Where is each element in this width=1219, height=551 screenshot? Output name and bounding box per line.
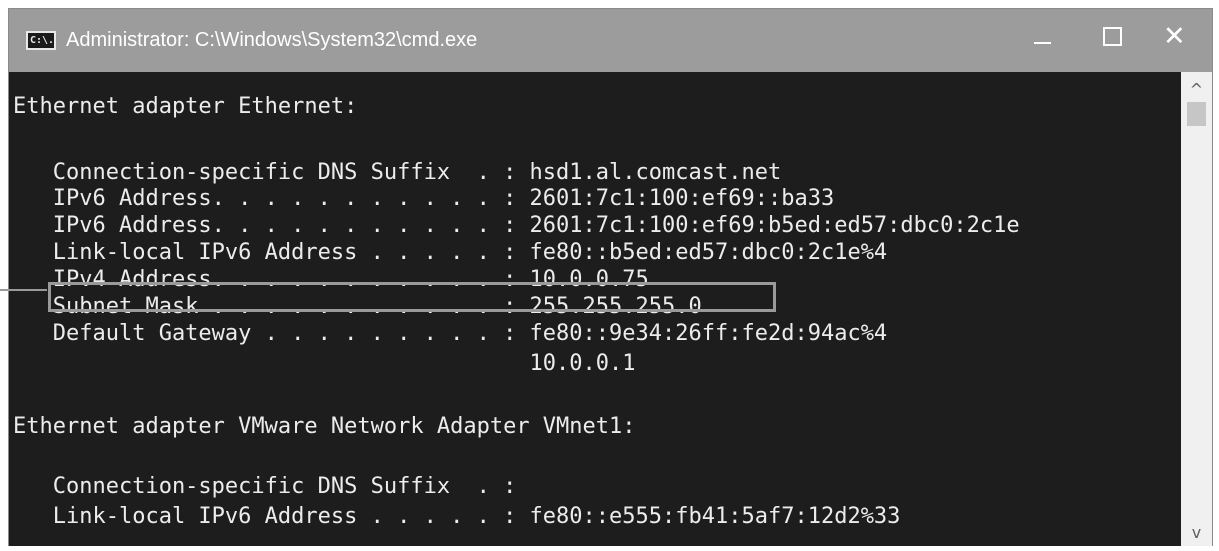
- console-line: Link-local IPv6 Address . . . . . : fe80…: [13, 240, 888, 265]
- window-controls: ✕: [1008, 9, 1212, 72]
- cmd-window: C:\. Administrator: C:\Windows\System32\…: [8, 8, 1213, 546]
- console-line: Ethernet adapter Ethernet:: [13, 94, 358, 119]
- console-line: Ethernet adapter VMware Network Adapter …: [13, 414, 636, 439]
- chevron-up-icon[interactable]: ^: [1181, 80, 1212, 99]
- callout-pointer-line: [0, 289, 47, 291]
- minimize-button[interactable]: [1008, 9, 1076, 72]
- title-bar[interactable]: C:\. Administrator: C:\Windows\System32\…: [9, 9, 1212, 72]
- ipv4-highlight-box: [48, 282, 776, 312]
- maximize-button[interactable]: [1076, 9, 1144, 72]
- maximize-icon: [1103, 27, 1122, 46]
- minimize-icon: [1034, 42, 1051, 44]
- close-icon: ✕: [1163, 21, 1186, 52]
- console-line: IPv6 Address. . . . . . . . . . . : 2601…: [13, 213, 1020, 238]
- console-line: Link-local IPv6 Address . . . . . : fe80…: [13, 504, 901, 529]
- console-line: Connection-specific DNS Suffix . :: [13, 474, 517, 499]
- vertical-scrollbar[interactable]: ^ v: [1181, 72, 1212, 546]
- console-output[interactable]: Ethernet adapter Ethernet: Connection-sp…: [9, 72, 1181, 546]
- console-line: Default Gateway . . . . . . . . . : fe80…: [13, 321, 888, 346]
- close-button[interactable]: ✕: [1144, 9, 1212, 72]
- console-line: 10.0.0.1: [13, 351, 636, 376]
- chevron-down-icon[interactable]: v: [1181, 523, 1212, 542]
- console-line: IPv6 Address. . . . . . . . . . . : 2601…: [13, 186, 835, 211]
- window-title: Administrator: C:\Windows\System32\cmd.e…: [66, 29, 478, 51]
- scroll-thumb[interactable]: [1187, 102, 1206, 126]
- command-prompt-icon[interactable]: C:\.: [26, 31, 56, 50]
